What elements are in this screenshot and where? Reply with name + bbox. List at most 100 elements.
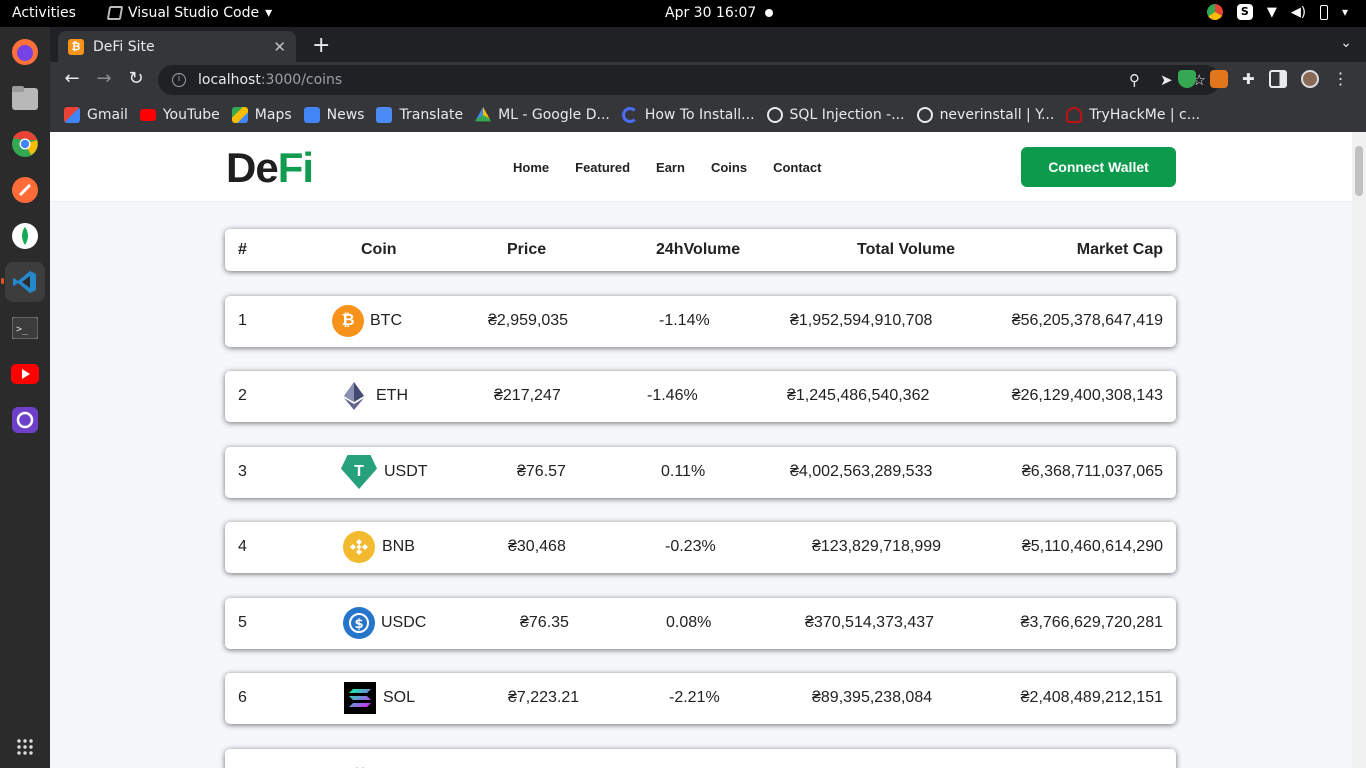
bookmark-label: Maps — [254, 107, 292, 123]
header-coin: Coin — [361, 241, 397, 258]
activities-button[interactable]: Activities — [12, 5, 76, 21]
table-row[interactable]: 6 SOL ₴7,223.21 -2.21% ₴89,395,238,084 ₴… — [225, 673, 1176, 724]
wifi-icon[interactable]: ▼ — [1267, 5, 1277, 20]
rank: 1 — [238, 312, 247, 329]
zoom-search-icon[interactable]: ⚲ — [1129, 71, 1140, 89]
usdc-icon: $ — [343, 607, 375, 639]
system-top-bar: Activities Visual Studio Code ▾ Apr 30 1… — [0, 0, 1366, 27]
address-bar[interactable]: i localhost:3000/coins ⚲ ➤ ☆ — [158, 65, 1220, 95]
sol-icon — [344, 682, 376, 714]
bookmark-label: ML - Google D... — [498, 107, 610, 123]
show-apps-icon[interactable] — [5, 727, 45, 767]
forward-icon[interactable]: → — [92, 68, 116, 89]
table-row[interactable]: 1 ₿ BTC ₴2,959,035 -1.14% ₴1,952,594,910… — [225, 296, 1176, 347]
loader-icon — [621, 107, 638, 123]
coin-change: -1.14% — [659, 312, 710, 329]
table-row[interactable]: 2 ETH ₴217,247 -1.46% ₴1,245,486,540,362… — [225, 371, 1176, 422]
mongodb-compass-icon[interactable] — [5, 216, 45, 256]
coin-price: ₴76.35 — [520, 614, 569, 631]
chrome-icon[interactable] — [5, 124, 45, 164]
github-desktop-icon[interactable] — [5, 400, 45, 440]
files-icon[interactable] — [5, 78, 45, 118]
site-logo[interactable]: DeFi — [226, 144, 314, 192]
header-price: Price — [507, 241, 547, 258]
profile-avatar[interactable] — [1300, 69, 1319, 88]
caret-down-icon[interactable]: ▾ — [1342, 5, 1348, 19]
menu-kebab-icon[interactable]: ⋮ — [1333, 69, 1349, 88]
coin-price: ₴2,959,035 — [488, 312, 569, 329]
system-tray[interactable]: S ▼ ◀) ▾ — [1206, 4, 1348, 20]
back-icon[interactable]: ← — [60, 68, 84, 89]
page-content: DeFi Home Featured Earn Coins Contact Co… — [50, 132, 1352, 768]
bookmark-gmail[interactable]: Gmail — [64, 107, 128, 123]
bookmark-label: How To Install... — [644, 107, 755, 123]
bookmark-tryhackme[interactable]: TryHackMe | c... — [1066, 107, 1200, 123]
bookmark-maps[interactable]: Maps — [231, 107, 292, 123]
bookmark-label: YouTube — [162, 107, 220, 123]
bookmark-translate[interactable]: Translate — [376, 107, 463, 123]
coin-market-cap: ₴2,408,489,212,151 — [1020, 689, 1163, 706]
url-path: :3000/coins — [260, 72, 343, 88]
connect-wallet-button[interactable]: Connect Wallet — [1021, 147, 1176, 187]
clock[interactable]: Apr 30 16:07 — [665, 5, 756, 21]
extensions-puzzle-icon[interactable]: ✚ — [1242, 70, 1255, 88]
nav-coins[interactable]: Coins — [711, 160, 747, 175]
new-tab-icon[interactable]: + — [312, 33, 330, 58]
rank: 6 — [238, 689, 247, 706]
table-row[interactable]: 3 T USDT ₴76.57 0.11% ₴4,002,563,289,533… — [225, 447, 1176, 498]
gmail-icon — [64, 107, 80, 123]
coin-symbol: BNB — [382, 538, 415, 555]
bookmark-ml-google-drive[interactable]: ML - Google D... — [475, 107, 610, 123]
chrome-tray-icon[interactable] — [1206, 4, 1223, 20]
table-row[interactable]: 4 BNB ₴30,468 -0.23% ₴123,829,718,999 ₴5… — [225, 522, 1176, 573]
close-tab-icon[interactable]: ✕ — [273, 38, 286, 56]
firefox-icon[interactable] — [5, 32, 45, 72]
header-24h-volume: 24hVolume — [656, 241, 741, 258]
scrollbar-thumb[interactable] — [1355, 146, 1363, 196]
table-row[interactable]: 5 $ USDC ₴76.35 0.08% ₴370,514,373,437 ₴… — [225, 598, 1176, 649]
app-menu[interactable]: Visual Studio Code ▾ — [106, 5, 272, 21]
coin-symbol: USDT — [384, 463, 428, 480]
nav-earn[interactable]: Earn — [656, 160, 685, 175]
coin-total-volume: ₴1,245,486,540,362 — [787, 387, 930, 404]
side-panel-icon[interactable] — [1268, 69, 1287, 88]
bookmark-label: Gmail — [87, 107, 128, 123]
volume-icon[interactable]: ◀) — [1291, 5, 1306, 20]
app-menu-label: Visual Studio Code — [128, 5, 260, 21]
bookmark-label: neverinstall | Y... — [939, 107, 1055, 123]
tab-search-chevron-icon[interactable]: ⌄ — [1340, 35, 1352, 51]
nav-contact[interactable]: Contact — [773, 160, 821, 175]
postman-icon[interactable] — [5, 170, 45, 210]
tab-defi-site[interactable]: ₿ DeFi Site ✕ — [58, 31, 296, 62]
vscode-dock-icon[interactable] — [1, 262, 45, 302]
rank: 2 — [238, 387, 247, 404]
coin-market-cap: ₴3,766,629,720,281 — [1020, 614, 1163, 631]
nav-featured[interactable]: Featured — [575, 160, 630, 175]
skype-icon[interactable]: S — [1236, 4, 1253, 20]
table-row[interactable]: ✕ — [225, 749, 1176, 768]
shield-extension-icon[interactable] — [1178, 69, 1196, 88]
bookmark-how-to-install[interactable]: How To Install... — [621, 107, 755, 123]
terminal-icon[interactable]: >_ — [5, 308, 45, 348]
youtube-icon[interactable] — [5, 354, 45, 394]
metamask-icon[interactable] — [1210, 69, 1228, 88]
url-host: localhost — [198, 72, 261, 88]
site-info-icon[interactable]: i — [172, 73, 186, 87]
rank: 3 — [238, 463, 247, 480]
reload-icon[interactable]: ↻ — [124, 68, 148, 89]
bookmark-label: SQL Injection -... — [789, 107, 905, 123]
bookmark-news[interactable]: News — [303, 107, 364, 123]
btc-icon: ₿ — [332, 305, 364, 337]
nav-home[interactable]: Home — [513, 160, 549, 175]
bookmark-sql-injection[interactable]: SQL Injection -... — [766, 107, 905, 123]
coin-change: -1.46% — [647, 387, 698, 404]
coin-change: 0.08% — [666, 614, 712, 631]
tab-strip: ₿ DeFi Site ✕ + ⌄ — [50, 27, 1366, 62]
bookmark-neverinstall[interactable]: neverinstall | Y... — [916, 107, 1055, 123]
eth-icon — [338, 380, 370, 412]
bookmark-youtube[interactable]: YouTube — [139, 107, 220, 123]
coin-symbol: ETH — [376, 387, 408, 404]
battery-icon[interactable] — [1319, 4, 1328, 20]
page-scrollbar[interactable] — [1352, 132, 1366, 768]
send-icon[interactable]: ➤ — [1160, 71, 1173, 89]
